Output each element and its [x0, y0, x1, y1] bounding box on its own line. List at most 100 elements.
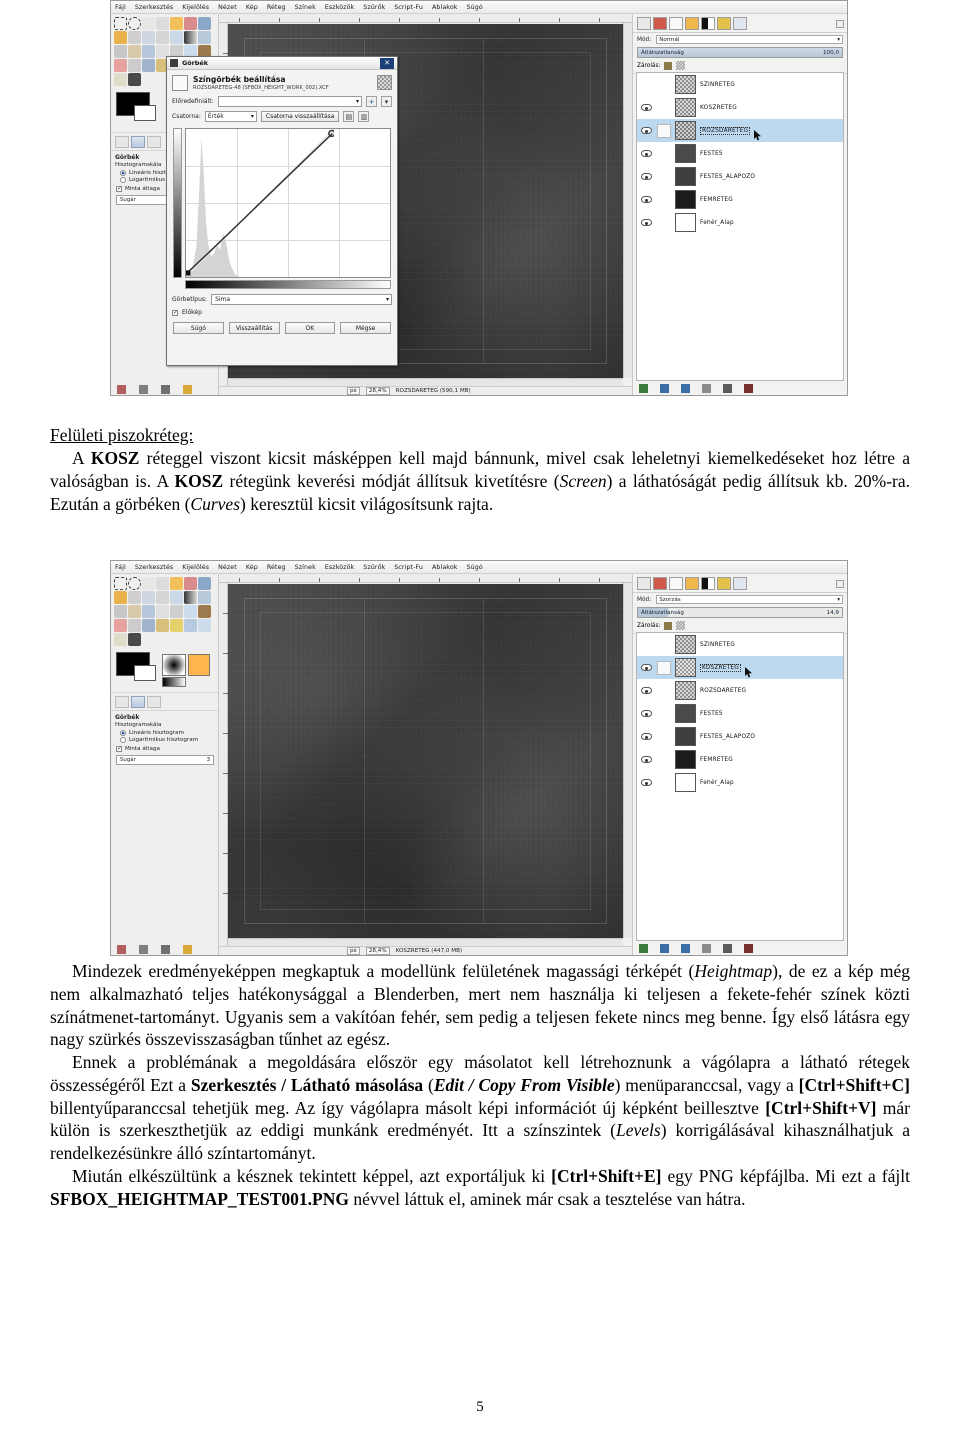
link-toggle[interactable]: [657, 707, 671, 721]
tab-device-status[interactable]: [115, 696, 129, 708]
menu-bar[interactable]: Fájl Szerkesztés Kijelölés Nézet Kép Rét…: [111, 1, 847, 14]
menu-item-szinek[interactable]: Színek: [295, 4, 316, 11]
pencil-icon[interactable]: [198, 619, 211, 632]
measure-icon[interactable]: [156, 31, 169, 44]
link-toggle[interactable]: [657, 638, 671, 652]
perspective-icon[interactable]: [128, 605, 141, 618]
dock-menu-icon[interactable]: [836, 19, 844, 28]
dock-tabs[interactable]: [633, 14, 847, 33]
menu-item-kijeloles[interactable]: Kijelölés: [182, 4, 209, 11]
layer-name[interactable]: Fehér_Alap: [700, 780, 734, 786]
rect-select-icon[interactable]: [114, 17, 127, 30]
channel-reset-button[interactable]: Csatorna visszaállítása: [260, 111, 340, 122]
menu-item-fajl[interactable]: Fájl: [115, 564, 126, 571]
fuzzy-select-icon[interactable]: [170, 577, 183, 590]
duplicate-layer-icon[interactable]: [702, 943, 711, 953]
clone-icon[interactable]: [198, 31, 211, 44]
menu-item-fajl[interactable]: Fájl: [115, 4, 126, 11]
layer-name[interactable]: ROZSDARETEG: [700, 126, 751, 135]
layer-name[interactable]: SZINRETEG: [700, 642, 735, 648]
ellipse-select-icon[interactable]: [128, 17, 141, 30]
blend-icon[interactable]: [128, 73, 141, 86]
move-icon[interactable]: [198, 577, 211, 590]
mode-combobox[interactable]: Szorzás ▾: [656, 595, 843, 604]
layer-name[interactable]: FESTES: [700, 711, 723, 717]
unit-selector[interactable]: px: [347, 387, 360, 395]
menu-item-nezet[interactable]: Nézet: [218, 564, 237, 571]
menu-item-szurok[interactable]: Szűrők: [363, 4, 385, 11]
visibility-toggle[interactable]: [639, 661, 653, 675]
layer-name[interactable]: SZINRETEG: [700, 82, 735, 88]
paintbrush-icon[interactable]: [198, 605, 211, 618]
link-toggle[interactable]: [657, 147, 671, 161]
by-color-select-icon[interactable]: [184, 17, 197, 30]
radio-linear-histogram[interactable]: Lineáris hisztogram: [120, 730, 214, 736]
color-swatches[interactable]: [116, 652, 212, 690]
lock-alpha-icon[interactable]: [676, 61, 686, 70]
free-select-icon[interactable]: [142, 17, 155, 30]
color-picker-icon[interactable]: [128, 591, 141, 604]
clone-icon[interactable]: [198, 591, 211, 604]
preset-combobox[interactable]: ▾: [217, 96, 362, 107]
curve-graph[interactable]: [185, 128, 391, 278]
log-histogram-icon[interactable]: ▥: [358, 111, 370, 122]
preview-checkbox-icon[interactable]: [172, 309, 178, 316]
visibility-toggle[interactable]: [639, 730, 653, 744]
layers-toolbar[interactable]: [636, 942, 844, 954]
tab-tool-options[interactable]: [131, 696, 145, 708]
tab-channels-icon[interactable]: [685, 577, 699, 590]
lock-pixels-icon[interactable]: [664, 61, 673, 70]
blur-icon[interactable]: [184, 619, 197, 632]
lock-alpha-icon[interactable]: [676, 621, 686, 630]
zoom-icon[interactable]: [142, 591, 155, 604]
anchor-layer-icon[interactable]: [723, 943, 732, 953]
radius-spinner[interactable]: Sugár 3: [116, 755, 214, 765]
path-icon[interactable]: [114, 633, 127, 646]
tab-patterns-icon[interactable]: [653, 17, 667, 30]
free-select-icon[interactable]: [142, 577, 155, 590]
measure-icon[interactable]: [156, 591, 169, 604]
save-icon[interactable]: [117, 385, 126, 394]
checkbox-sample-average[interactable]: Minta átlaga: [116, 745, 214, 752]
mode-combobox[interactable]: Normál ▾: [656, 35, 843, 44]
ellipse-select-icon[interactable]: [128, 577, 141, 590]
bucket-fill-icon[interactable]: [114, 591, 127, 604]
curve-line[interactable]: [186, 129, 334, 277]
curve-type-row[interactable]: Görbetípus: Sima ▾: [167, 292, 397, 307]
layers-list[interactable]: SZINRETEG KOSZRETEG ROZSDARETEG FESTES F…: [636, 72, 844, 381]
dock-tabs[interactable]: [633, 574, 847, 593]
path-icon[interactable]: [114, 73, 127, 86]
trash-icon[interactable]: [161, 385, 170, 394]
color-picker-icon[interactable]: [128, 31, 141, 44]
curves-graph-area[interactable]: [173, 128, 391, 278]
layer-row-feher-alap[interactable]: Fehér_Alap: [637, 771, 843, 794]
menu-bar[interactable]: Fájl Szerkesztés Kijelölés Nézet Kép Rét…: [111, 561, 847, 574]
text-icon[interactable]: [156, 605, 169, 618]
tab-brushes-icon[interactable]: [637, 17, 651, 30]
preview-row[interactable]: Előkép: [167, 307, 397, 318]
help-button[interactable]: Súgó: [173, 322, 224, 334]
smudge-icon[interactable]: [156, 619, 169, 632]
undo-icon[interactable]: [183, 385, 192, 394]
ink-icon[interactable]: [142, 619, 155, 632]
lock-pixels-icon[interactable]: [664, 621, 673, 630]
reset-button[interactable]: Visszaállítás: [228, 322, 280, 334]
move-icon[interactable]: [198, 17, 211, 30]
layer-row-koszreteg-selected[interactable]: KOSZRETEG: [637, 656, 843, 679]
crop-icon[interactable]: [170, 591, 183, 604]
layer-mode-row[interactable]: Mód: Normál ▾: [633, 33, 847, 46]
link-toggle[interactable]: [657, 101, 671, 115]
layer-row-festes[interactable]: FESTES: [637, 142, 843, 165]
layer-row-festes-alapozo[interactable]: FESTES_ALAPOZO: [637, 165, 843, 188]
anchor-layer-icon[interactable]: [723, 383, 732, 393]
tab-layers-icon[interactable]: [669, 577, 683, 590]
cage-icon[interactable]: [184, 605, 197, 618]
tool-icon-grid[interactable]: [111, 574, 218, 646]
zoom-selector[interactable]: 28,4%: [365, 947, 390, 955]
channel-combobox[interactable]: Érték ▾: [204, 111, 257, 122]
cancel-button[interactable]: Mégse: [340, 322, 391, 334]
save-icon[interactable]: [117, 945, 126, 954]
airbrush-icon[interactable]: [128, 59, 141, 72]
link-toggle[interactable]: [657, 193, 671, 207]
layer-mode-row[interactable]: Mód: Szorzás ▾: [633, 593, 847, 606]
